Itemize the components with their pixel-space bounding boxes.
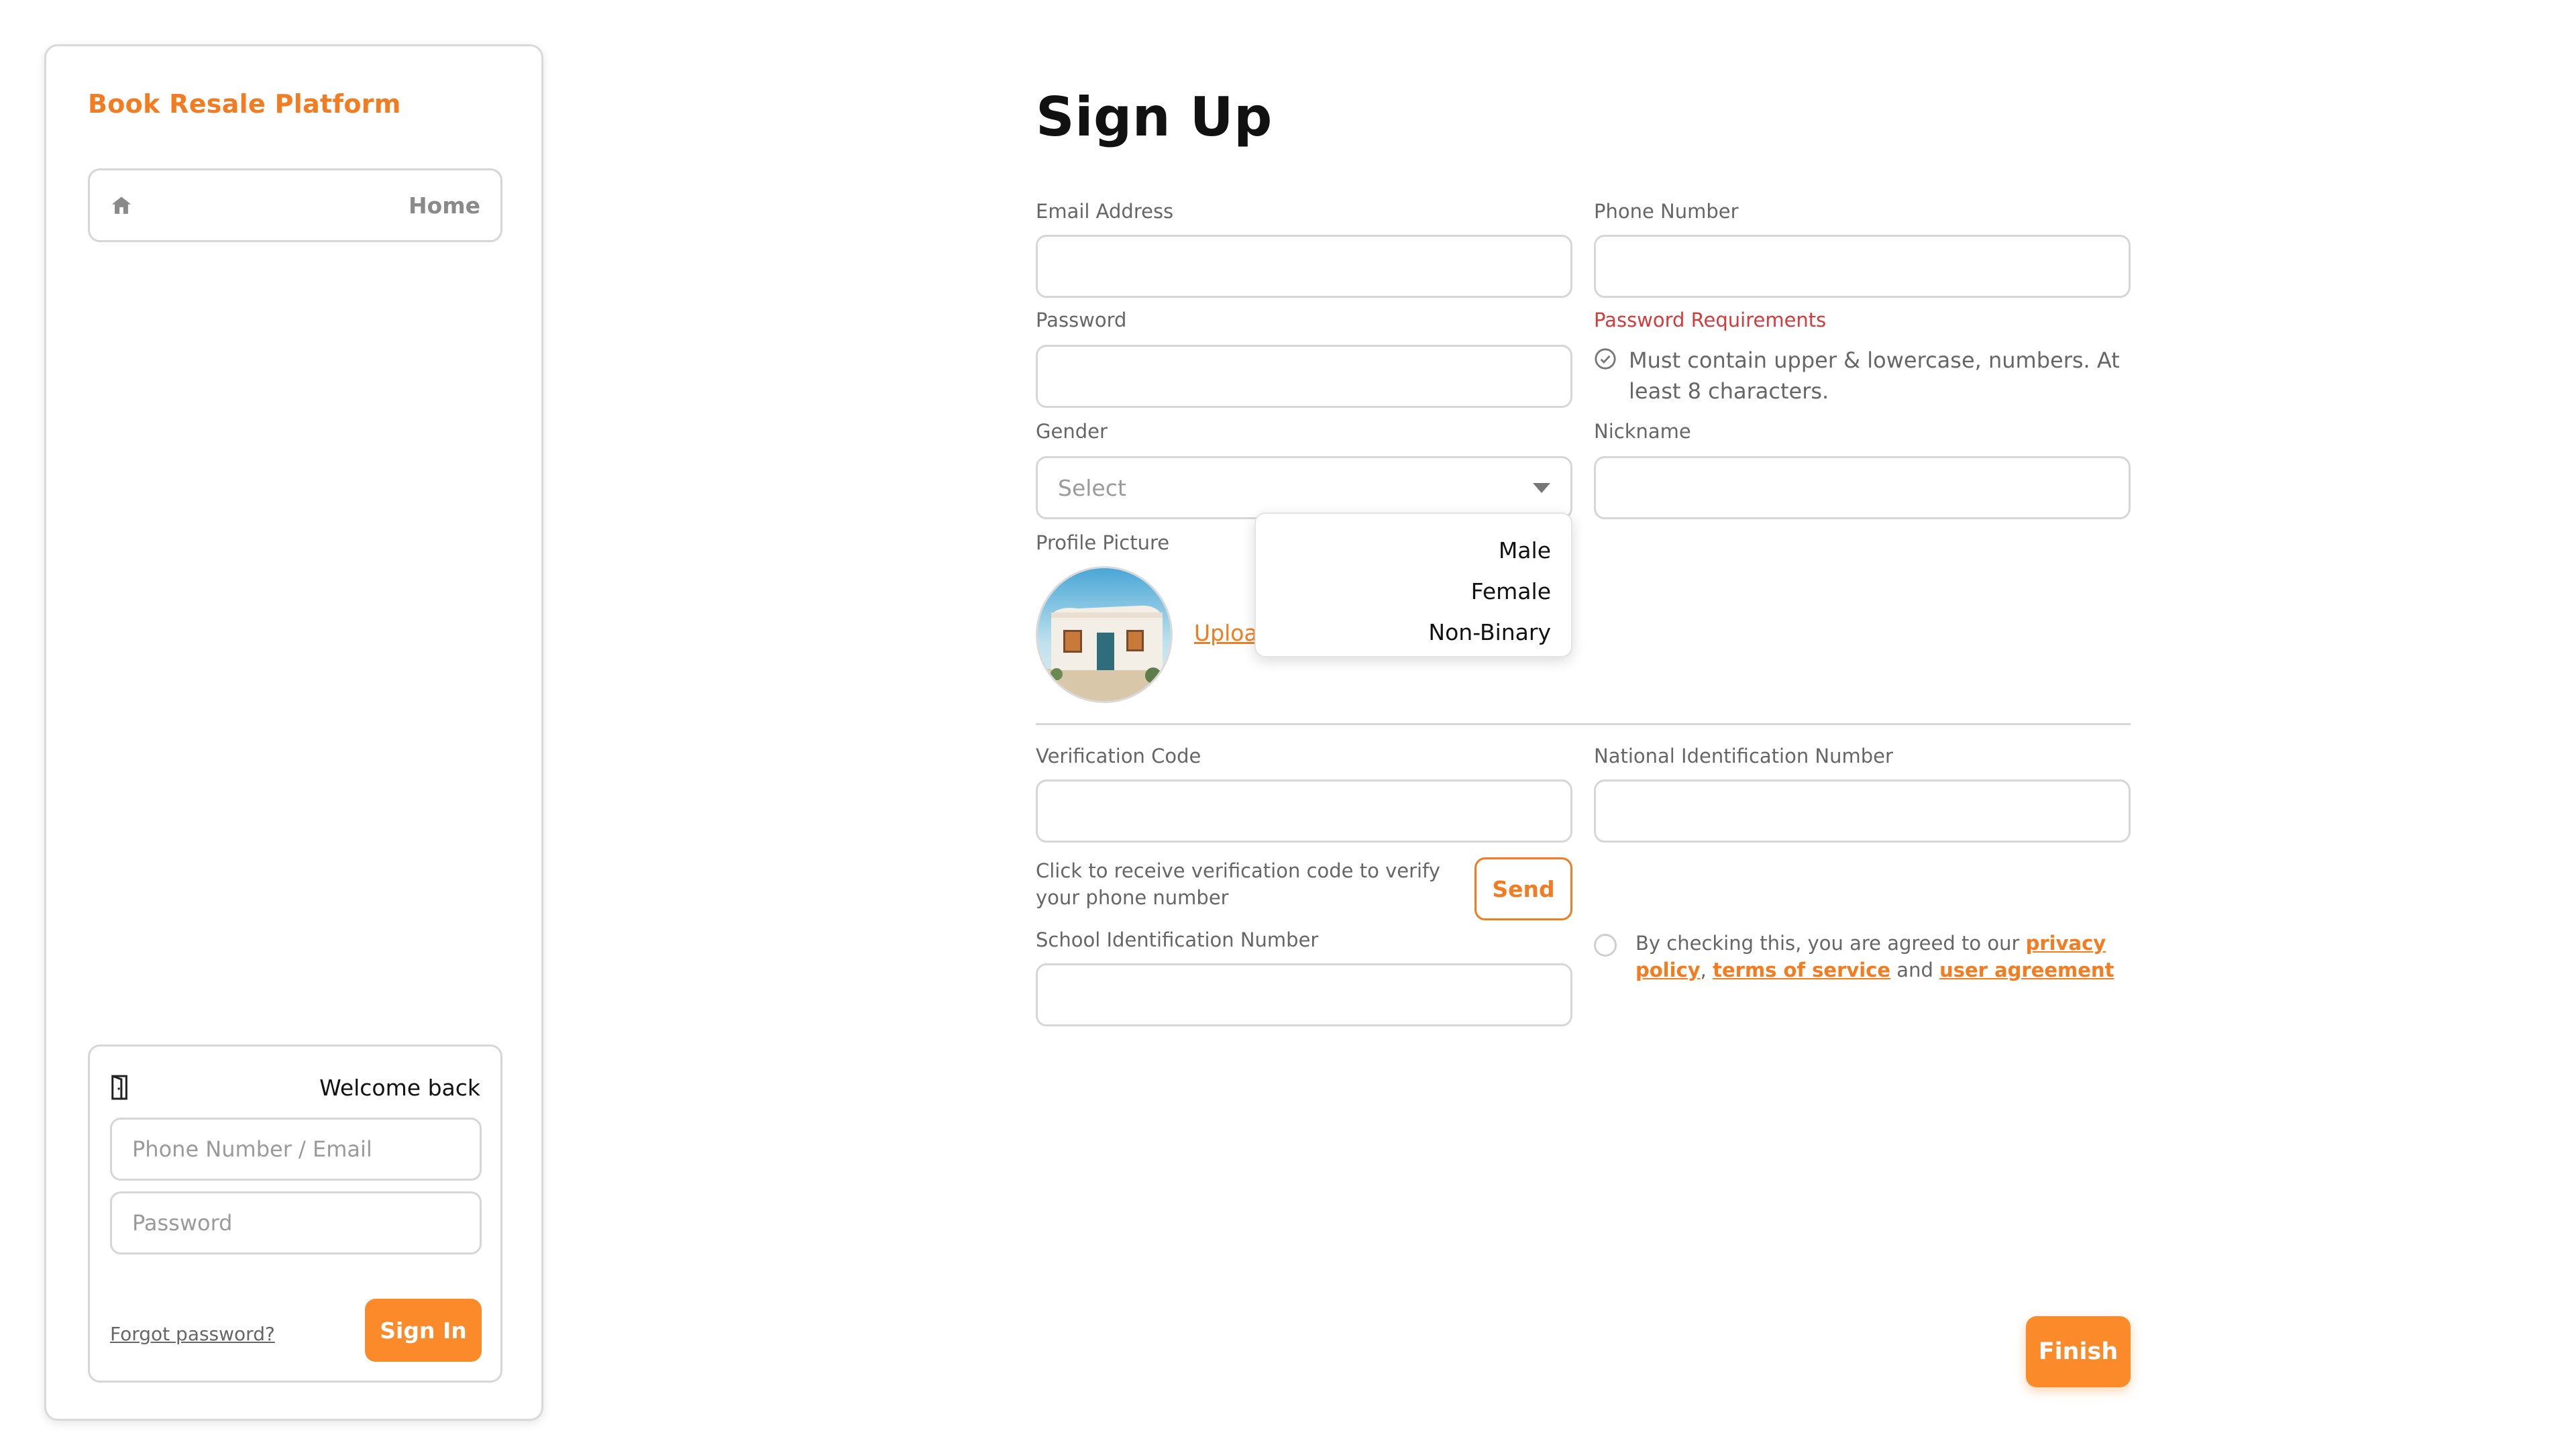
home-icon — [111, 197, 131, 214]
agreement-prefix: By checking this, you are agreed to our — [1635, 932, 2026, 955]
gender-selected-value: Select — [1058, 474, 1126, 501]
verification-code-field[interactable] — [1036, 780, 1572, 843]
phone-field[interactable] — [1594, 235, 2131, 298]
agreement-text: By checking this, you are agreed to our … — [1635, 930, 2151, 983]
agreement-sep-1: , — [1700, 959, 1713, 981]
national-id-field[interactable] — [1594, 780, 2131, 843]
login-header: Welcome back — [110, 1071, 480, 1104]
caret-down-icon — [1533, 482, 1550, 493]
gender-select[interactable]: Select — [1036, 456, 1572, 519]
gender-option-non-binary[interactable]: Non-Binary — [1256, 612, 1571, 653]
login-password-input[interactable] — [110, 1191, 482, 1254]
password-requirements: Must contain upper & lowercase, numbers.… — [1594, 345, 2151, 407]
verification-hint: Click to receive verification code to ve… — [1036, 859, 1440, 909]
finish-button[interactable]: Finish — [2026, 1316, 2131, 1387]
verification-code-label: Verification Code — [1036, 745, 1201, 767]
profile-picture-avatar — [1036, 566, 1173, 703]
section-divider — [1036, 723, 2131, 725]
phone-label: Phone Number — [1594, 200, 1739, 223]
gender-option-male[interactable]: Male — [1256, 530, 1571, 571]
school-id-field[interactable] — [1036, 963, 1572, 1026]
login-card: Welcome back Forgot password? Sign In — [88, 1044, 502, 1383]
password-requirements-text: Must contain upper & lowercase, numbers.… — [1629, 347, 2120, 404]
terms-of-service-link[interactable]: terms of service — [1713, 959, 1890, 981]
password-label: Password — [1036, 309, 1127, 331]
sign-in-button[interactable]: Sign In — [365, 1299, 482, 1362]
password-field[interactable] — [1036, 345, 1572, 408]
agreement: By checking this, you are agreed to our … — [1594, 930, 2151, 983]
agreement-checkbox[interactable] — [1594, 934, 1617, 957]
gender-option-female[interactable]: Female — [1256, 571, 1571, 612]
door-icon — [111, 1075, 127, 1100]
send-code-button[interactable]: Send — [1474, 857, 1572, 920]
login-title: Welcome back — [319, 1074, 480, 1101]
forgot-password-link[interactable]: Forgot password? — [110, 1323, 275, 1345]
email-field[interactable] — [1036, 235, 1572, 298]
sidebar: Book Resale Platform Home Welcome back F… — [44, 44, 543, 1421]
password-requirements-label: Password Requirements — [1594, 309, 1827, 331]
nickname-field[interactable] — [1594, 456, 2131, 519]
school-id-label: School Identification Number — [1036, 928, 1319, 951]
gender-label: Gender — [1036, 420, 1108, 443]
user-agreement-link[interactable]: user agreement — [1939, 959, 2114, 981]
check-circle-icon — [1595, 348, 1616, 370]
sidebar-item-home[interactable]: Home — [88, 168, 502, 242]
gender-dropdown: Male Female Non-Binary — [1254, 513, 1572, 657]
page-title: Sign Up — [1036, 86, 1273, 148]
email-label: Email Address — [1036, 200, 1174, 223]
nickname-label: Nickname — [1594, 420, 1691, 443]
sidebar-item-label: Home — [408, 192, 480, 219]
national-id-label: National Identification Number — [1594, 745, 1893, 767]
login-identifier-input[interactable] — [110, 1118, 482, 1181]
profile-picture-label: Profile Picture — [1036, 531, 1170, 554]
brand-title: Book Resale Platform — [88, 89, 401, 119]
agreement-sep-2: and — [1890, 959, 1940, 981]
